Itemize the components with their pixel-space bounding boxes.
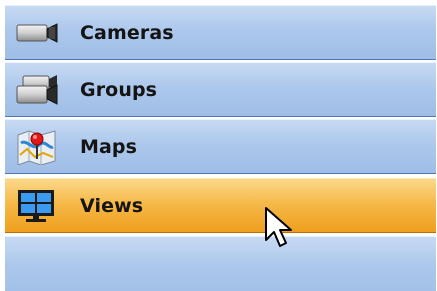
nav-item-label: Groups [80, 79, 158, 101]
navigation-panel: Cameras Groups Maps Views [0, 0, 437, 291]
camera-icon [16, 23, 58, 43]
mouse-pointer-icon [265, 207, 292, 247]
empty-nav-area [5, 236, 436, 291]
monitor-grid-icon [18, 190, 54, 222]
nav-item-label: Maps [80, 136, 138, 158]
nav-item-views[interactable]: Views [5, 178, 436, 233]
map-pin-icon [17, 130, 56, 165]
nav-item-cameras[interactable]: Cameras [5, 5, 436, 60]
nav-item-groups[interactable]: Groups [5, 62, 436, 117]
camera-group-icon [16, 75, 58, 105]
nav-item-label: Cameras [80, 22, 174, 44]
nav-item-maps[interactable]: Maps [5, 119, 436, 174]
nav-item-label: Views [80, 195, 144, 217]
